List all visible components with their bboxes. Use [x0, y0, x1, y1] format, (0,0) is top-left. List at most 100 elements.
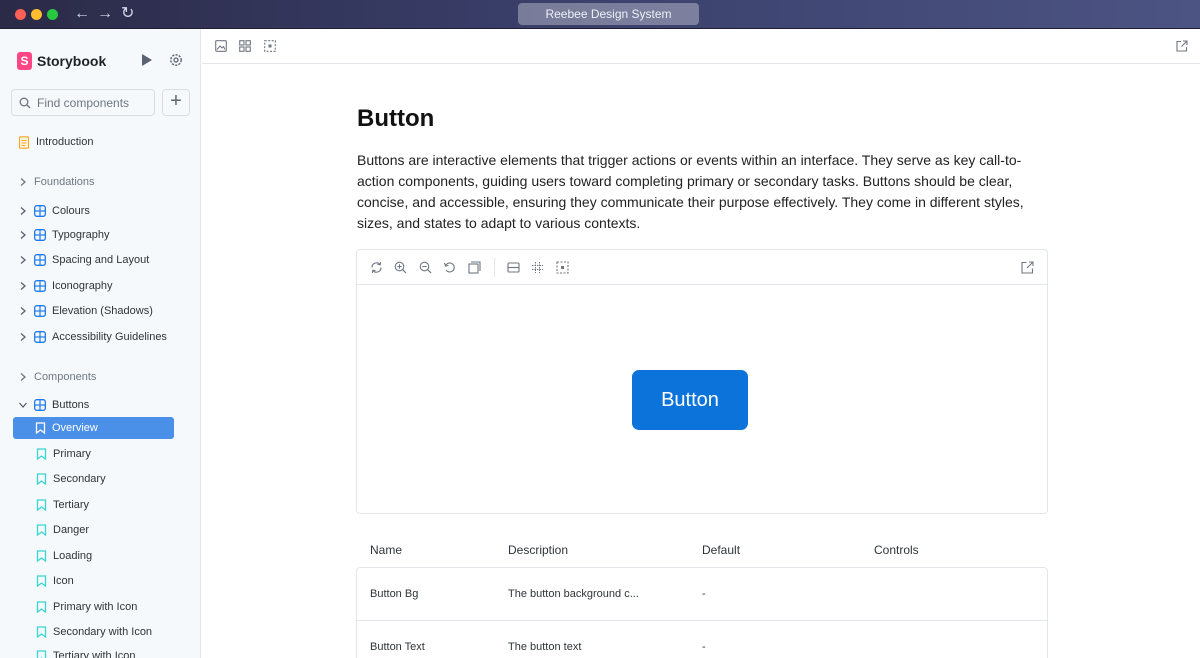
sidebar-item-label: Secondary [53, 473, 106, 485]
sync-icon[interactable] [370, 261, 383, 274]
component-icon [34, 205, 46, 217]
reset-zoom-icon[interactable] [443, 261, 456, 274]
grid-icon[interactable] [239, 40, 251, 52]
group-label: Components [34, 371, 97, 383]
column-header-description: Description [508, 543, 569, 557]
background-icon[interactable] [468, 261, 481, 274]
sidebar-item-elevation[interactable]: Elevation (Shadows) [18, 300, 153, 322]
chevron-right-icon [20, 178, 26, 186]
play-icon[interactable] [142, 54, 152, 66]
sidebar-item-label: Tertiary [53, 499, 90, 511]
column-header-controls: Controls [874, 543, 919, 557]
image-icon[interactable] [215, 40, 227, 52]
search-input[interactable] [37, 95, 147, 110]
toolbar-divider [494, 258, 495, 277]
component-icon [34, 399, 46, 411]
plus-icon: + [170, 90, 182, 112]
sidebar-item-label: Accessibility Guidelines [52, 331, 167, 343]
table-row: Button Bg The button background c... - [357, 568, 1047, 620]
sidebar-item-label: Danger [53, 524, 90, 536]
bookmark-icon [36, 626, 47, 638]
storybook-brand[interactable]: S Storybook [17, 51, 106, 71]
component-icon [34, 280, 46, 292]
sidebar-item-introduction[interactable]: Introduction [18, 131, 93, 153]
sidebar-item-label: Icon [53, 575, 74, 587]
page-description: Buttons are interactive elements that tr… [357, 152, 1024, 231]
sidebar-item-label: Iconography [52, 280, 113, 292]
sidebar-item-danger[interactable]: Danger [36, 519, 89, 541]
sidebar-item-label: Secondary with Icon [53, 626, 153, 638]
sidebar-item-label: Spacing and Layout [52, 254, 150, 266]
bookmark-icon [36, 524, 47, 536]
zoom-in-icon[interactable] [394, 261, 407, 274]
story-preview: Button [356, 249, 1048, 514]
sidebar-item-accessibility[interactable]: Accessibility Guidelines [18, 326, 167, 348]
group-foundations[interactable]: Foundations [18, 171, 95, 193]
main-toolbar [202, 29, 1200, 64]
reload-icon[interactable]: ↻ [121, 4, 134, 24]
args-table: Button Bg The button background c... - B… [356, 567, 1048, 658]
brand-name: Storybook [37, 53, 107, 69]
window-title: Reebee Design System [518, 3, 699, 25]
sidebar-item-tertiary[interactable]: Tertiary [36, 494, 89, 516]
sidebar-item-colours[interactable]: Colours [18, 200, 90, 222]
sidebar-item-tertiary-with-icon[interactable]: Tertiary with Icon [36, 645, 136, 658]
sidebar-item-label: Typography [52, 229, 110, 241]
sidebar-item-buttons[interactable]: Buttons [18, 394, 89, 416]
close-window-icon[interactable] [15, 9, 26, 20]
sidebar-item-iconography[interactable]: Iconography [18, 275, 113, 297]
grid-lines-icon[interactable] [531, 261, 544, 274]
chevron-right-icon [20, 231, 26, 239]
sidebar-item-primary-with-icon[interactable]: Primary with Icon [36, 596, 137, 618]
arg-default: - [702, 641, 706, 653]
chevron-right-icon [20, 333, 26, 341]
chevron-right-icon [20, 207, 26, 215]
sidebar-item-spacing[interactable]: Spacing and Layout [18, 249, 149, 271]
bookmark-icon [36, 499, 47, 511]
sidebar-item-primary[interactable]: Primary [36, 443, 91, 465]
bookmark-icon [36, 550, 47, 562]
group-components[interactable]: Components [18, 366, 96, 388]
sidebar-item-secondary-with-icon[interactable]: Secondary with Icon [36, 621, 152, 643]
back-arrow-icon[interactable]: ← [74, 4, 90, 24]
chevron-right-icon [20, 307, 26, 315]
group-label: Foundations [34, 176, 95, 188]
arg-name: Button Text [370, 641, 425, 653]
maximize-window-icon[interactable] [47, 9, 58, 20]
viewport-icon[interactable] [507, 261, 520, 274]
docs-bookmark-icon [35, 422, 46, 434]
bookmark-icon [36, 448, 47, 460]
zoom-out-icon[interactable] [419, 261, 432, 274]
sidebar-item-label: Tertiary with Icon [53, 650, 136, 658]
sidebar-item-secondary[interactable]: Secondary [36, 468, 106, 490]
search-icon [19, 97, 31, 108]
column-header-name: Name [370, 543, 403, 557]
sidebar-item-overview[interactable]: Overview [35, 417, 98, 439]
bookmark-icon [36, 575, 47, 587]
sidebar-item-icon[interactable]: Icon [36, 570, 74, 592]
arg-description: The button background c... [508, 588, 639, 600]
arg-description: The button text [508, 641, 582, 653]
search-box[interactable] [11, 89, 155, 116]
sidebar-item-label: Buttons [52, 399, 90, 411]
outline-icon[interactable] [264, 40, 276, 52]
forward-arrow-icon[interactable]: → [97, 4, 113, 24]
component-icon [34, 254, 46, 266]
demo-button[interactable]: Button [632, 370, 748, 430]
window-titlebar: ← → ↻ Reebee Design System [0, 0, 1200, 29]
measure-icon[interactable] [556, 261, 569, 274]
open-external-icon[interactable] [1176, 40, 1188, 52]
document-icon [18, 135, 30, 149]
component-icon [34, 331, 46, 343]
gear-icon[interactable] [168, 52, 184, 68]
add-button[interactable]: + [162, 89, 190, 116]
sidebar-item-label: Colours [52, 205, 90, 217]
chevron-right-icon [20, 282, 26, 290]
sidebar-item-loading[interactable]: Loading [36, 545, 92, 567]
sidebar-item-typography[interactable]: Typography [18, 224, 109, 246]
sidebar-item-label: Primary [53, 448, 91, 460]
minimize-window-icon[interactable] [31, 9, 42, 20]
bookmark-icon [36, 650, 47, 658]
open-canvas-icon[interactable] [1021, 261, 1034, 274]
sidebar-item-label: Elevation (Shadows) [52, 305, 153, 317]
